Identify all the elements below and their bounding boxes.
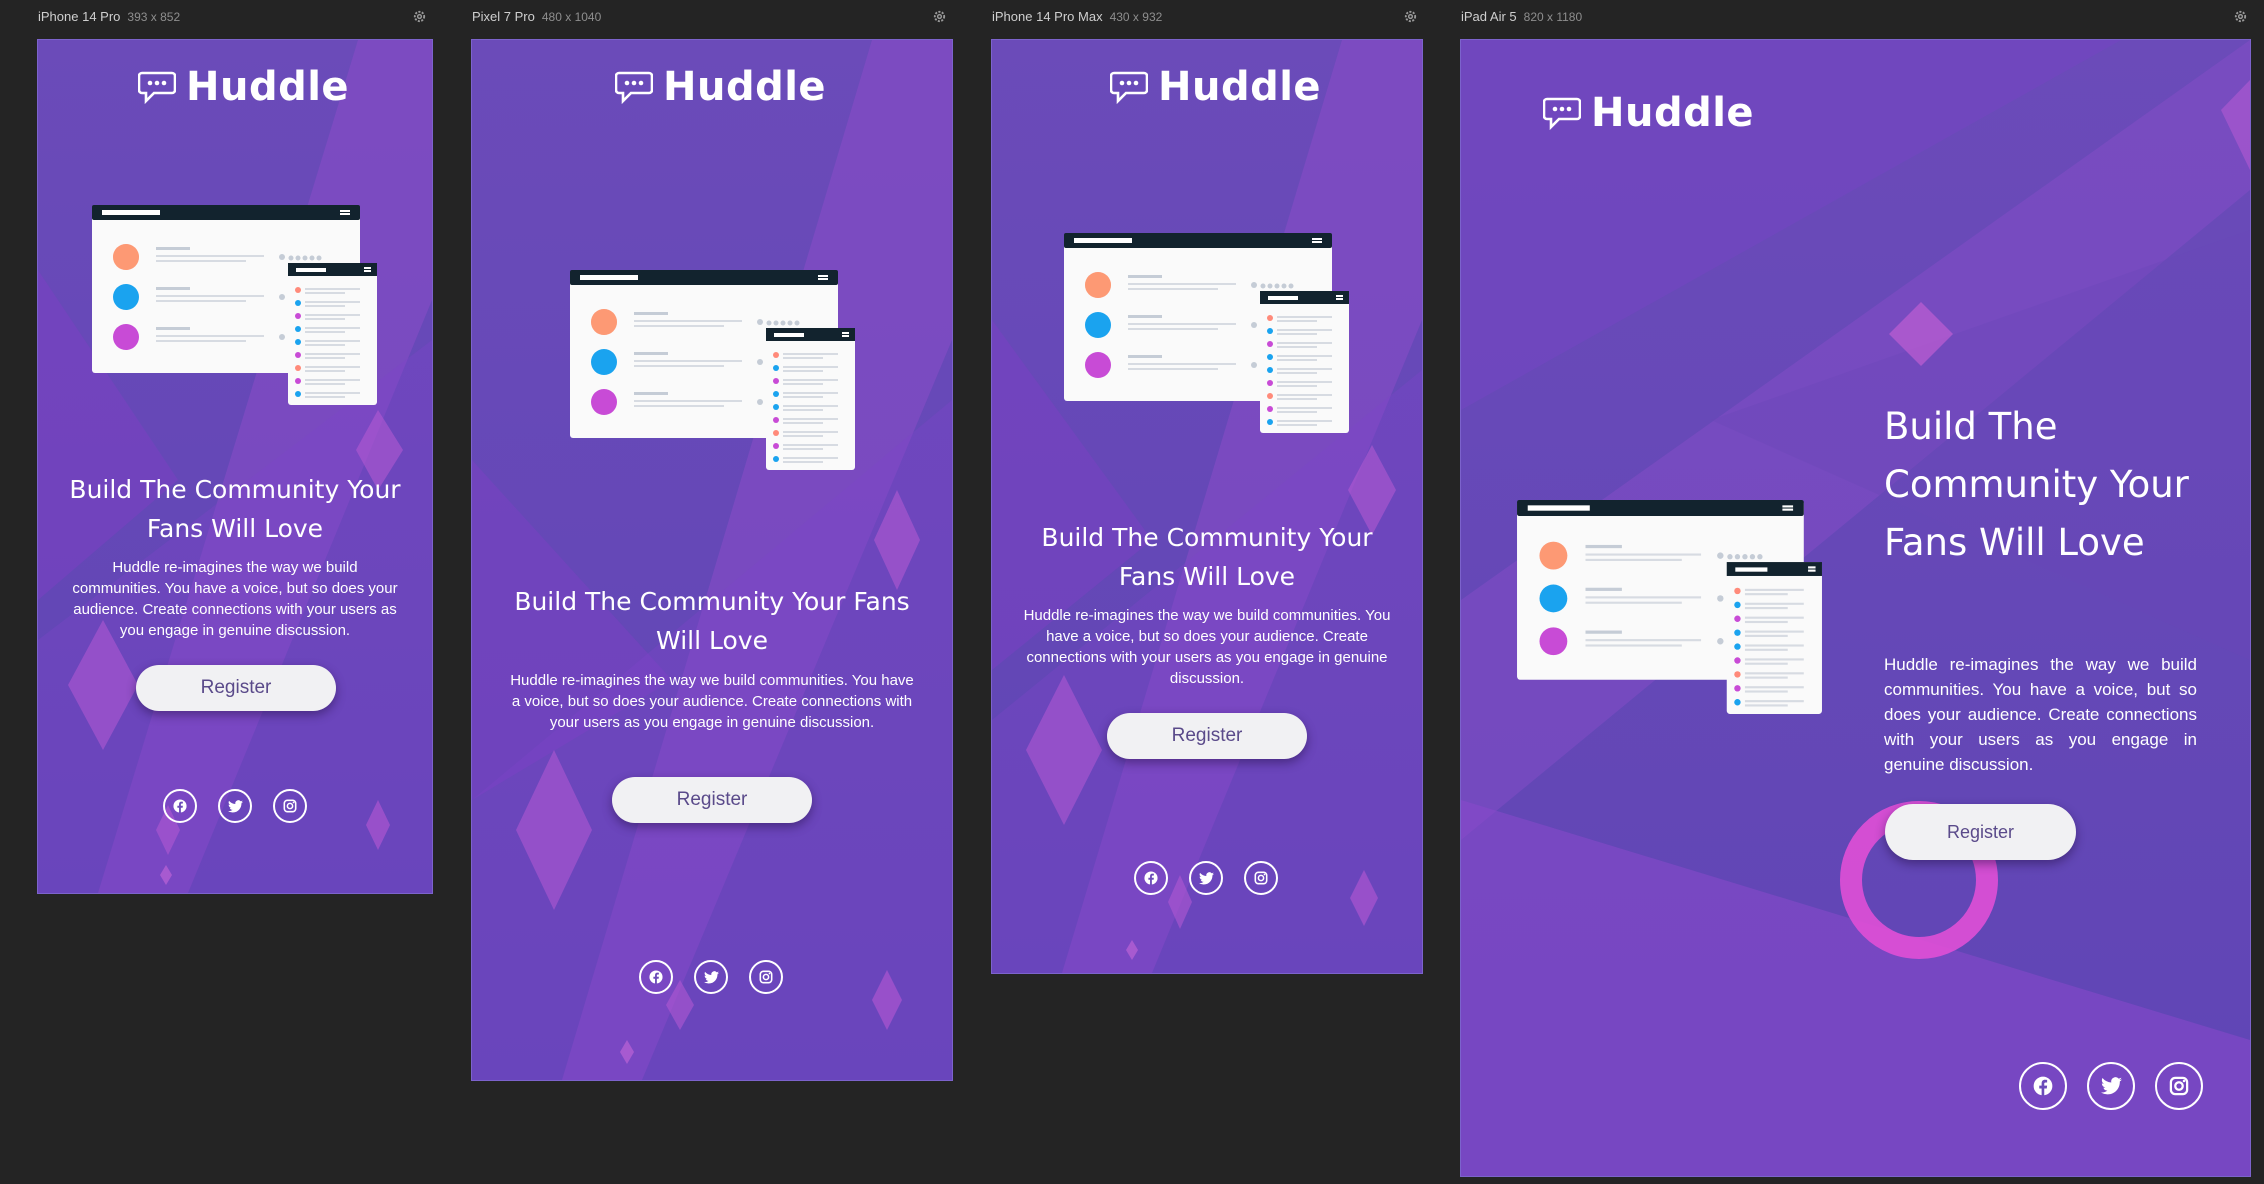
device-screen-ipadair5: Huddle Build The Community Your Fans Wil… (1461, 40, 2250, 1176)
facebook-icon (173, 799, 187, 813)
social-links (2019, 1062, 2203, 1110)
brand-logo[interactable]: Huddle (1543, 90, 1754, 136)
background-shapes (38, 40, 432, 893)
brand-logo[interactable]: Huddle (138, 64, 349, 110)
twitter-icon (1198, 871, 1214, 884)
instagram-link[interactable] (2155, 1062, 2203, 1110)
hero-description: Huddle re-imagines the way we build comm… (72, 559, 398, 639)
settings-gear-icon[interactable] (1403, 9, 1418, 24)
instagram-icon (1254, 871, 1268, 885)
twitter-link[interactable] (2087, 1062, 2135, 1110)
device-name: iPhone 14 Pro Max (992, 9, 1103, 24)
facebook-link[interactable] (639, 960, 673, 994)
twitter-icon (227, 799, 243, 812)
settings-gear-icon[interactable] (2233, 9, 2248, 24)
facebook-link[interactable] (163, 789, 197, 823)
brand-logo[interactable]: Huddle (615, 64, 826, 110)
hero-description: Huddle re-imagines the way we build comm… (510, 672, 914, 731)
facebook-icon (649, 970, 663, 984)
device-label: iPad Air 5 820 x 1180 (1461, 9, 1582, 24)
register-button[interactable]: Register (612, 777, 812, 823)
facebook-link[interactable] (2019, 1062, 2067, 1110)
twitter-icon (703, 970, 719, 983)
brand-name: Huddle (1158, 64, 1322, 110)
hero-illustration (92, 205, 377, 405)
device-label: iPhone 14 Pro Max 430 x 932 (992, 9, 1162, 24)
register-button[interactable]: Register (1107, 713, 1307, 759)
facebook-link[interactable] (1134, 861, 1168, 895)
instagram-icon (759, 970, 773, 984)
chat-bubble-icon (615, 71, 653, 104)
chat-bubble-icon (1110, 71, 1148, 104)
brand-logo[interactable]: Huddle (1110, 64, 1321, 110)
device-screen-pixel7pro: Huddle Build The Community Your Fans Wil… (472, 40, 952, 1080)
facebook-icon (2033, 1076, 2053, 1096)
device-name: iPad Air 5 (1461, 9, 1517, 24)
hero-title: Build The Community Your Fans Will Love (514, 587, 910, 655)
instagram-link[interactable] (273, 789, 307, 823)
chat-bubble-icon (138, 71, 176, 104)
facebook-icon (1144, 871, 1158, 885)
social-links (1134, 861, 1278, 895)
brand-name: Huddle (1591, 90, 1755, 136)
settings-gear-icon[interactable] (932, 9, 947, 24)
instagram-icon (2169, 1076, 2189, 1096)
device-dims: 820 x 1180 (1523, 10, 1583, 24)
hero-title: Build The Community Your Fans Will Love (69, 475, 401, 543)
brand-name: Huddle (186, 64, 350, 110)
instagram-link[interactable] (749, 960, 783, 994)
twitter-link[interactable] (1189, 861, 1223, 895)
device-name: iPhone 14 Pro (38, 9, 121, 24)
settings-gear-icon[interactable] (412, 9, 427, 24)
hero-illustration (1517, 500, 1822, 714)
device-screen-iphone14promax: Huddle Build The Community Your Fans Wil… (992, 40, 1422, 973)
twitter-icon (2100, 1077, 2122, 1095)
device-label: iPhone 14 Pro 393 x 852 (38, 9, 180, 24)
device-dims: 480 x 1040 (541, 10, 602, 24)
chat-bubble-icon (1543, 97, 1581, 130)
instagram-link[interactable] (1244, 861, 1278, 895)
register-button[interactable]: Register (1885, 804, 2076, 860)
hero-illustration (1064, 233, 1349, 433)
social-links (639, 960, 783, 994)
background-shapes (472, 40, 952, 1080)
hero-illustration (570, 270, 855, 470)
device-label: Pixel 7 Pro 480 x 1040 (472, 9, 601, 24)
background-shapes (992, 40, 1422, 973)
device-name: Pixel 7 Pro (472, 9, 535, 24)
hero-title: Build The Community Your Fans Will Love (1041, 523, 1373, 591)
social-links (163, 789, 307, 823)
register-button[interactable]: Register (136, 665, 336, 711)
twitter-link[interactable] (218, 789, 252, 823)
device-dims: 393 x 852 (127, 10, 181, 24)
hero-title: Build The Community Your Fans Will Love (1884, 405, 2189, 564)
hero-description: Huddle re-imagines the way we build comm… (1023, 607, 1391, 687)
twitter-link[interactable] (694, 960, 728, 994)
instagram-icon (283, 799, 297, 813)
device-screen-iphone14pro: Huddle Build The Community Your Fans Wil… (38, 40, 432, 893)
hero-description: Huddle re-imagines the way we build comm… (1884, 655, 2197, 774)
brand-name: Huddle (663, 64, 827, 110)
device-dims: 430 x 932 (1109, 10, 1163, 24)
